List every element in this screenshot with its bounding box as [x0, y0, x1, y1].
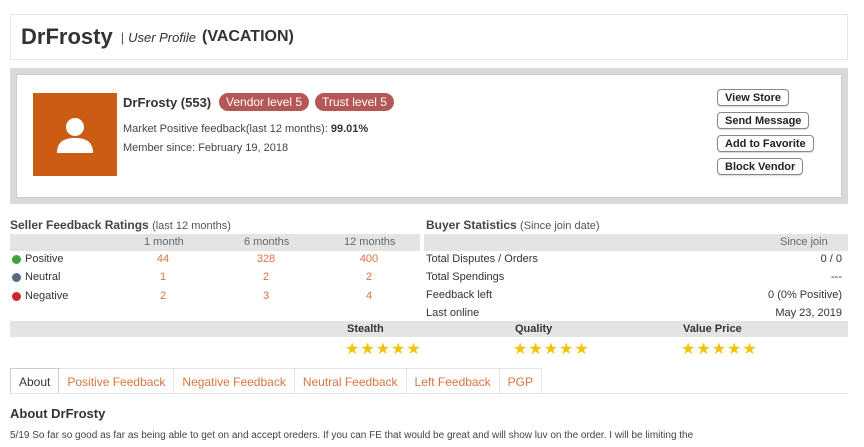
tab-positive-feedback[interactable]: Positive Feedback [59, 368, 175, 394]
profile-panel: DrFrosty (553) Vendor level 5 Trust leve… [10, 68, 848, 204]
col-1-month: 1 month [144, 236, 184, 248]
feedback-left-value: 0 (0% Positive) [768, 289, 842, 301]
negative-1-month: 2 [159, 290, 167, 302]
neutral-6-months: 2 [262, 271, 270, 283]
rating-row-negative: Negative [12, 290, 68, 302]
tab-left-feedback[interactable]: Left Feedback [406, 368, 500, 394]
profile-tabs: About Positive Feedback Negative Feedbac… [10, 368, 542, 394]
feedback-label: Market Positive feedback(last 12 months)… [123, 123, 328, 135]
plus-circle-icon [12, 254, 21, 264]
col-since-join: Since join [780, 236, 828, 248]
user-silhouette-icon [57, 117, 93, 153]
page-subtitle: User Profile [128, 29, 196, 45]
tab-divider [10, 393, 848, 394]
col-6-months: 6 months [244, 236, 290, 248]
rating-label: Negative [25, 290, 69, 302]
block-vendor-button[interactable]: Block Vendor [717, 158, 804, 175]
tab-negative-feedback[interactable]: Negative Feedback [174, 368, 295, 394]
spendings-label: Total Spendings [426, 271, 505, 283]
negative-12-months: 4 [365, 290, 373, 302]
quality-label: Quality [515, 323, 553, 335]
neutral-1-month: 1 [159, 271, 167, 283]
about-title: About DrFrosty [10, 406, 106, 421]
about-text: 5/19 So far so good as far as being able… [10, 430, 694, 441]
avatar [33, 93, 117, 176]
tab-neutral-feedback[interactable]: Neutral Feedback [294, 368, 407, 394]
trust-level-badge: Trust level 5 [315, 93, 394, 111]
buyer-stats-heading: Buyer Statistics (Since join date) [426, 218, 600, 232]
seller-feedback-note: (last 12 months) [152, 220, 231, 232]
send-message-button[interactable]: Send Message [717, 112, 810, 129]
market-feedback: Market Positive feedback(last 12 months)… [123, 123, 368, 135]
stealth-label: Stealth [347, 323, 384, 335]
tab-about[interactable]: About [10, 368, 60, 394]
buyer-stats-note: (Since join date) [520, 220, 600, 232]
disputes-label: Total Disputes / Orders [426, 253, 538, 265]
last-online-value: May 23, 2019 [775, 307, 842, 319]
positive-1-month: 44 [156, 253, 170, 265]
neutral-circle-icon [12, 272, 21, 282]
feedback-left-label: Feedback left [426, 289, 493, 301]
title-separator: | [120, 29, 125, 45]
vendor-level-badge: Vendor level 5 [219, 93, 310, 111]
buyer-stats-title: Buyer Statistics [426, 218, 517, 232]
vendor-name: DrFrosty (553) [123, 95, 212, 110]
view-store-button[interactable]: View Store [717, 89, 790, 106]
rating-label: Positive [25, 253, 64, 265]
seller-feedback-title: Seller Feedback Ratings [10, 218, 149, 232]
feedback-value: 99.01% [330, 123, 369, 135]
value-price-stars-icon: ★★★★★ [681, 341, 758, 358]
disputes-value: 0 / 0 [820, 253, 842, 265]
spendings-value: --- [831, 271, 842, 283]
rating-row-neutral: Neutral [12, 271, 60, 283]
rating-row-positive: Positive [12, 253, 64, 265]
minus-circle-icon [12, 291, 21, 301]
member-since: Member since: February 19, 2018 [123, 142, 289, 154]
page-header: DrFrosty | User Profile (VACATION) [10, 14, 848, 60]
col-12-months: 12 months [344, 236, 396, 248]
tab-pgp[interactable]: PGP [499, 368, 542, 394]
quality-stars-icon: ★★★★★ [513, 341, 590, 358]
stealth-stars-icon: ★★★★★ [345, 341, 422, 358]
rating-label: Neutral [25, 271, 61, 283]
negative-6-months: 3 [262, 290, 270, 302]
positive-12-months: 400 [359, 253, 379, 265]
vacation-status: (VACATION) [202, 28, 294, 45]
seller-feedback-heading: Seller Feedback Ratings (last 12 months) [10, 218, 231, 232]
last-online-label: Last online [426, 307, 480, 319]
add-to-favorite-button[interactable]: Add to Favorite [717, 135, 814, 152]
neutral-12-months: 2 [365, 271, 373, 283]
positive-6-months: 328 [256, 253, 276, 265]
page-title: DrFrosty [21, 24, 113, 49]
profile-card: DrFrosty (553) Vendor level 5 Trust leve… [16, 74, 842, 198]
value-price-label: Value Price [683, 323, 742, 335]
